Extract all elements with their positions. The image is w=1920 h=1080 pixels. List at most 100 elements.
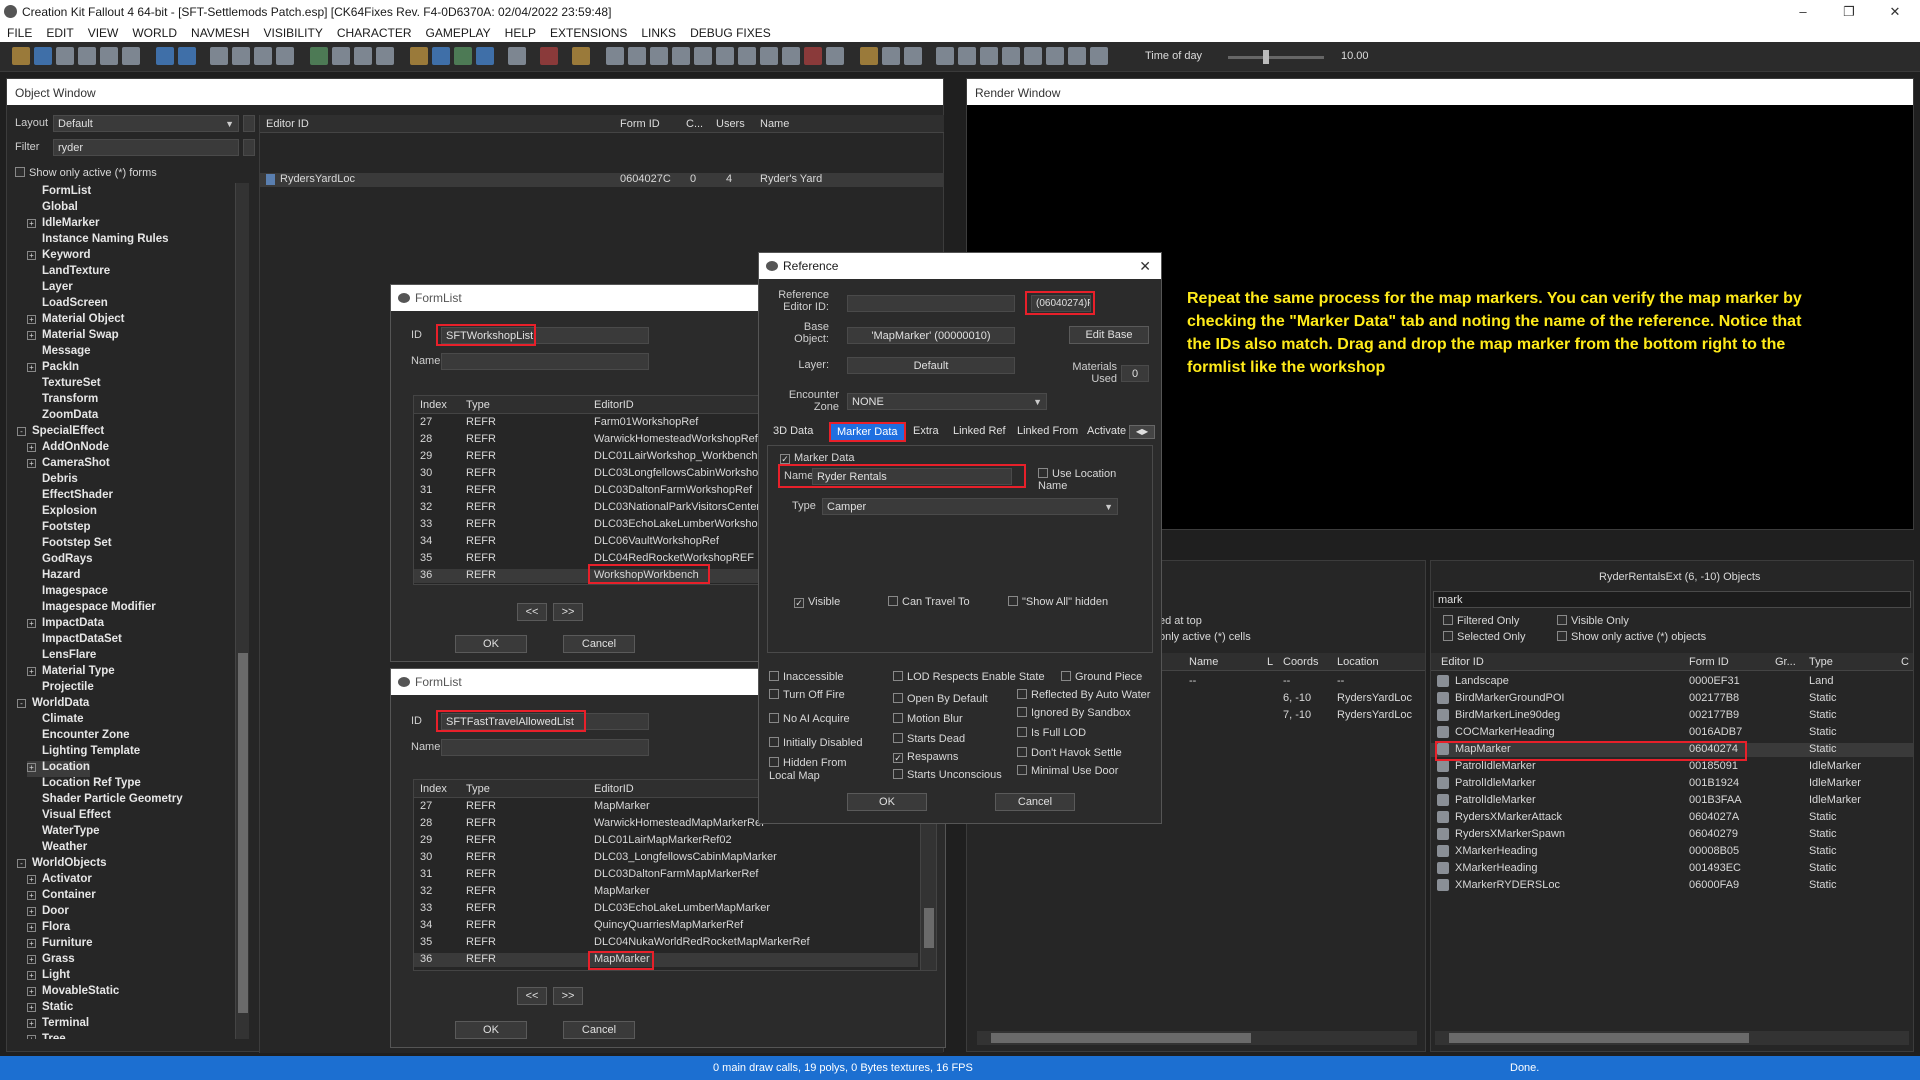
tree-item-loadscreen[interactable]: LoadScreen (27, 297, 108, 313)
table-row[interactable]: Landscape 0000EF31 Land (1431, 675, 1913, 689)
formlist2-scrollbar-thumb[interactable] (924, 908, 934, 948)
expand-icon[interactable]: + (27, 219, 36, 228)
tree-scrollbar-thumb[interactable] (238, 653, 248, 1013)
expand-icon[interactable]: + (27, 907, 36, 916)
table-row[interactable]: 34 REFR DLC06VaultWorkshopRef (414, 535, 776, 549)
time-of-day-slider-thumb[interactable] (1263, 50, 1269, 64)
render-toggle-icon-1[interactable] (606, 47, 624, 65)
tree-item-camerashot[interactable]: + CameraShot (27, 457, 110, 473)
col-obj-c[interactable]: C (1901, 656, 1909, 668)
layers-icon[interactable] (122, 47, 140, 65)
ground-piece-checkbox[interactable]: Ground Piece (1061, 671, 1142, 683)
table-row[interactable]: PatrolIdleMarker 001B3FAA IdleMarker (1431, 794, 1913, 808)
object-category-tree[interactable]: FormList Global + IdleMarker Instance Naming… (17, 183, 251, 1039)
measure-icon[interactable] (276, 47, 294, 65)
table-row[interactable]: PatrolIdleMarker 00185091 IdleMarker (1431, 760, 1913, 774)
tree-item-material-swap[interactable]: + Material Swap (27, 329, 119, 345)
tree-item-addonnode[interactable]: + AddOnNode (27, 441, 109, 457)
reference-ok-button[interactable]: OK (847, 793, 927, 811)
edit-base-button[interactable]: Edit Base (1069, 326, 1149, 344)
sky-icon[interactable] (432, 47, 450, 65)
col-obj-type[interactable]: Type (1809, 656, 1833, 668)
landscape-edit-icon[interactable] (332, 47, 350, 65)
view-icon-6[interactable] (1046, 47, 1064, 65)
col-type[interactable]: Type (466, 783, 490, 795)
menu-debug-fixes[interactable]: DEBUG FIXES (683, 26, 778, 40)
open-folder-icon[interactable] (12, 47, 30, 65)
starts-unconscious-checkbox[interactable]: Starts Unconscious (893, 769, 1002, 781)
layout-options-button[interactable] (243, 115, 255, 132)
tree-item-transform[interactable]: Transform (27, 393, 98, 409)
view-icon-2[interactable] (958, 47, 976, 65)
render-toggle-icon-11[interactable] (826, 47, 844, 65)
table-row[interactable]: 27 REFR Farm01WorkshopRef (414, 416, 776, 430)
expand-icon[interactable]: + (27, 763, 36, 772)
lod-respects-checkbox[interactable]: LOD Respects Enable State (893, 671, 1045, 683)
tree-item-impactdataset[interactable]: ImpactDataSet (27, 633, 122, 649)
expand-icon[interactable]: + (27, 331, 36, 340)
collapse-icon[interactable]: - (17, 427, 26, 436)
tree-item-watertype[interactable]: WaterType (27, 825, 100, 841)
snap-grid-icon[interactable] (232, 47, 250, 65)
tree-item-weather[interactable]: Weather (27, 841, 87, 857)
layer-select[interactable]: Default (847, 357, 1015, 374)
formlist1-prev-button[interactable]: << (517, 603, 547, 621)
table-row[interactable]: 28 REFR WarwickHomesteadWorkshopRef (414, 433, 776, 447)
col-obj-gr[interactable]: Gr... (1775, 656, 1796, 668)
can-travel-to-checkbox[interactable]: Can Travel To (888, 596, 970, 608)
menu-links[interactable]: LINKS (634, 26, 683, 40)
table-row[interactable]: 30 REFR DLC03_LongfellowsCabinMapMarker (414, 851, 918, 865)
col-form-id[interactable]: Form ID (620, 118, 660, 130)
objects-filter-input[interactable]: mark (1433, 591, 1911, 608)
starts-dead-checkbox[interactable]: Starts Dead (893, 733, 965, 745)
tree-item-imagespace[interactable]: Imagespace (27, 585, 108, 601)
col-cell-name[interactable]: Name (1189, 656, 1218, 668)
expand-icon[interactable]: + (27, 875, 36, 884)
table-row[interactable]: BirdMarkerLine90deg 002177B9 Static (1431, 709, 1913, 723)
cell-list-hscrollbar[interactable] (977, 1031, 1417, 1045)
render-toggle-icon-10[interactable] (804, 47, 822, 65)
encounter-zone-select[interactable]: NONE ▼ (847, 393, 1047, 410)
respawns-checkbox[interactable]: ✓ Respawns (893, 751, 958, 763)
tree-item-imagespace-modifier[interactable]: Imagespace Modifier (27, 601, 156, 617)
expand-icon[interactable]: + (27, 619, 36, 628)
tree-item-location-ref-type[interactable]: Location Ref Type (27, 777, 141, 793)
render-toggle-icon-9[interactable] (782, 47, 800, 65)
marker-type-select[interactable]: Camper ▼ (822, 498, 1118, 515)
tree-item-worldobjects[interactable]: - WorldObjects (17, 857, 107, 873)
formlist1-next-button[interactable]: >> (553, 603, 583, 621)
render-toggle-icon-5[interactable] (694, 47, 712, 65)
expand-icon[interactable]: + (27, 923, 36, 932)
minimize-icon[interactable]: – (1780, 0, 1826, 24)
preferences-icon[interactable] (78, 47, 96, 65)
use-location-name-checkbox[interactable]: Use Location Name (1038, 468, 1142, 492)
expand-icon[interactable]: + (27, 1035, 36, 1039)
collapse-icon[interactable]: - (17, 859, 26, 868)
tree-item-flora[interactable]: + Flora (27, 921, 70, 937)
table-row[interactable]: 35 REFR DLC04NukaWorldRedRocketMapMarkerRe… (414, 936, 918, 950)
table-row[interactable]: BirdMarkerGroundPOI 002177B8 Static (1431, 692, 1913, 706)
view-icon-4[interactable] (1002, 47, 1020, 65)
tree-item-projectile[interactable]: Projectile (27, 681, 94, 697)
tree-item-instance-naming-rules[interactable]: Instance Naming Rules (27, 233, 169, 249)
col-obj-form-id[interactable]: Form ID (1689, 656, 1729, 668)
tree-item-landtexture[interactable]: LandTexture (27, 265, 110, 281)
layout-select[interactable]: Default ▼ (53, 115, 239, 132)
view-icon-7[interactable] (1068, 47, 1086, 65)
tree-item-terminal[interactable]: + Terminal (27, 1017, 89, 1033)
tab-marker-data[interactable]: Marker Data (829, 422, 906, 442)
menu-file[interactable]: FILE (0, 26, 39, 40)
tree-item-visual-effect[interactable]: Visual Effect (27, 809, 111, 825)
render-toggle-icon-2[interactable] (628, 47, 646, 65)
tree-item-hazard[interactable]: Hazard (27, 569, 80, 585)
water-icon[interactable] (476, 47, 494, 65)
tree-item-door[interactable]: + Door (27, 905, 69, 921)
navmesh-icon[interactable] (354, 47, 372, 65)
table-row[interactable]: XMarkerRYDERSLoc 06000FA9 Static (1431, 879, 1913, 893)
dialog-icon[interactable] (508, 47, 526, 65)
marker-data-checkbox[interactable]: ✓ Marker Data (780, 452, 855, 464)
col-type[interactable]: Type (466, 399, 490, 411)
table-row[interactable]: 29 REFR DLC01LairWorkshop_Workbench (414, 450, 776, 464)
expand-icon[interactable]: + (27, 971, 36, 980)
objects-hscrollbar-thumb[interactable] (1449, 1033, 1749, 1043)
